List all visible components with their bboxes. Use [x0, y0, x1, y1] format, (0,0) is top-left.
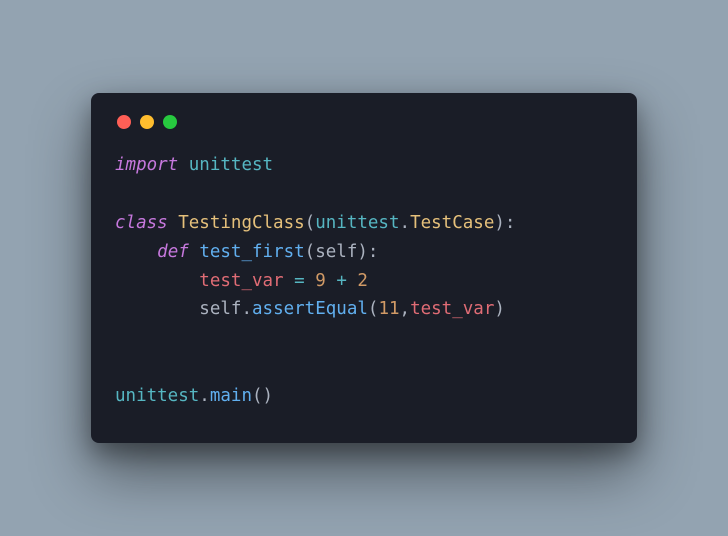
minimize-icon[interactable] — [140, 115, 154, 129]
colon: : — [505, 213, 516, 233]
base-module: unittest — [315, 213, 399, 233]
number-literal: 2 — [357, 271, 368, 291]
self-ref: self — [199, 299, 241, 319]
function-name: test_first — [199, 242, 304, 262]
paren-open: ( — [305, 213, 316, 233]
code-line-3: class TestingClass(unittest.TestCase): — [115, 213, 515, 233]
comma: , — [400, 299, 411, 319]
module-name: unittest — [189, 155, 273, 175]
paren-close: ) — [263, 386, 274, 406]
var-name: test_var — [410, 299, 494, 319]
code-block: import unittest class TestingClass(unitt… — [115, 151, 613, 411]
base-class: TestCase — [410, 213, 494, 233]
dot: . — [400, 213, 411, 233]
op-plus: + — [336, 271, 347, 291]
keyword-def: def — [157, 242, 189, 262]
function-name: main — [210, 386, 252, 406]
code-line-9: unittest.main() — [115, 386, 273, 406]
window-titlebar — [115, 111, 613, 129]
paren-close: ) — [494, 213, 505, 233]
class-name: TestingClass — [178, 213, 304, 233]
dot: . — [241, 299, 252, 319]
method-name: assertEqual — [252, 299, 368, 319]
module-name: unittest — [115, 386, 199, 406]
param-self: self — [315, 242, 357, 262]
op-assign: = — [294, 271, 305, 291]
paren-close: ) — [357, 242, 368, 262]
close-icon[interactable] — [117, 115, 131, 129]
number-literal: 9 — [315, 271, 326, 291]
paren-open: ( — [252, 386, 263, 406]
keyword-import: import — [115, 155, 178, 175]
colon: : — [368, 242, 379, 262]
code-line-1: import unittest — [115, 155, 273, 175]
var-name: test_var — [199, 271, 283, 291]
paren-open: ( — [368, 299, 379, 319]
paren-open: ( — [305, 242, 316, 262]
code-window: import unittest class TestingClass(unitt… — [91, 93, 637, 443]
zoom-icon[interactable] — [163, 115, 177, 129]
code-line-5: test_var = 9 + 2 — [115, 271, 368, 291]
keyword-class: class — [115, 213, 168, 233]
dot: . — [199, 386, 210, 406]
number-literal: 11 — [378, 299, 399, 319]
paren-close: ) — [494, 299, 505, 319]
code-line-4: def test_first(self): — [115, 242, 378, 262]
code-line-6: self.assertEqual(11,test_var) — [115, 299, 505, 319]
